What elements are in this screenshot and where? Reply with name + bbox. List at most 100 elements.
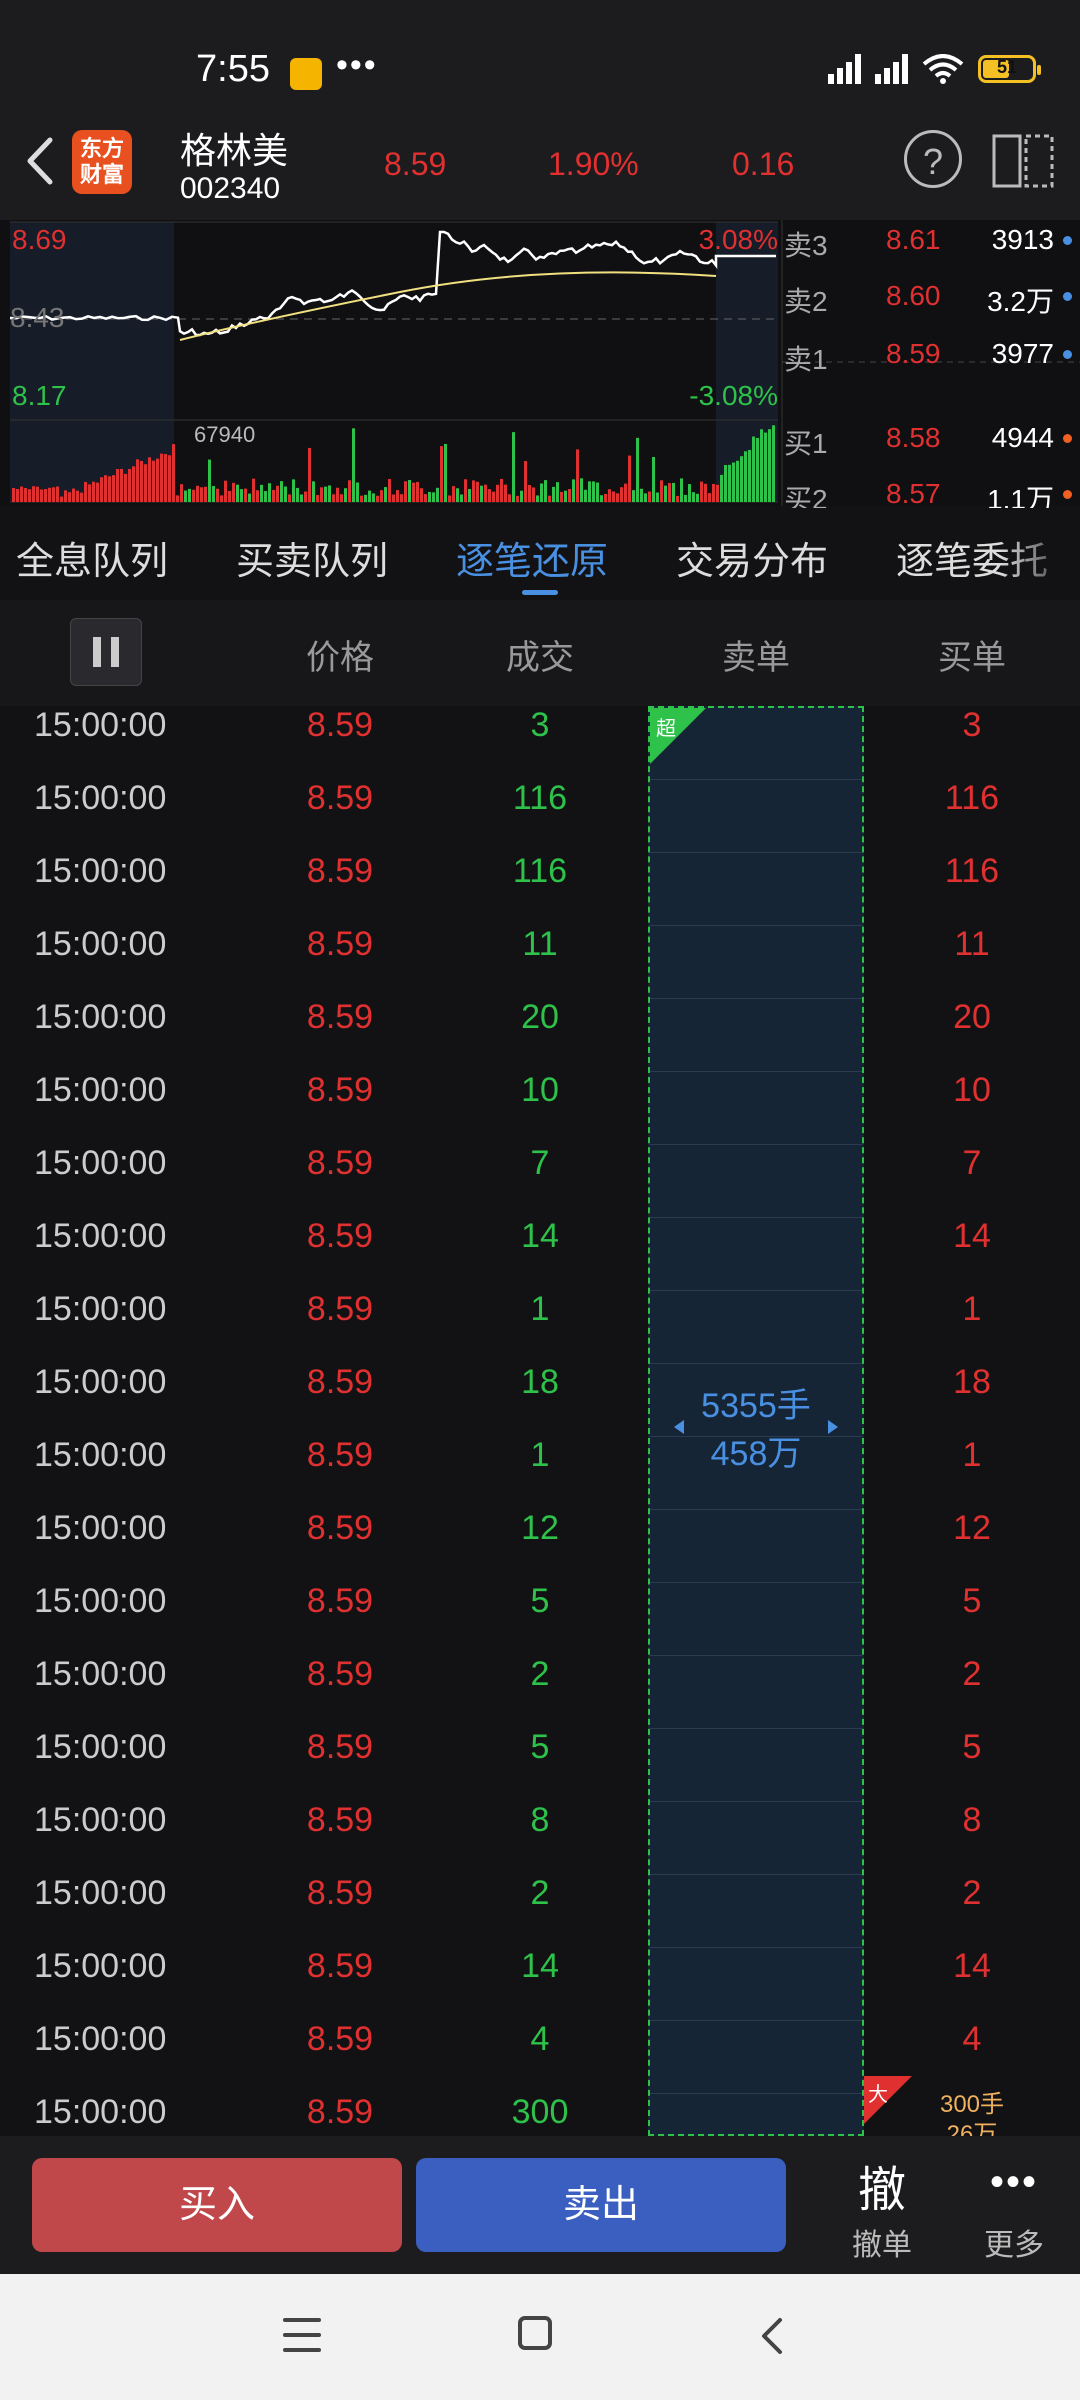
tab-tick-restore[interactable]: 逐笔还原	[456, 530, 608, 585]
volume-bar	[224, 480, 227, 502]
volume-bar	[328, 485, 331, 502]
table-row[interactable]: 15:00:00 8.59 8 8	[0, 1801, 1080, 1874]
table-row[interactable]: 15:00:00 8.59 14 14	[0, 1947, 1080, 2020]
volume-bar	[712, 483, 715, 502]
volume-bar	[352, 428, 355, 502]
volume-bar	[292, 479, 295, 502]
volume-bar	[428, 491, 431, 502]
trade-time: 15:00:00	[34, 1144, 167, 1182]
tab-trade-distribution[interactable]: 交易分布	[676, 530, 828, 585]
table-row[interactable]: 15:00:00 8.59 18 18	[0, 1363, 1080, 1436]
table-row[interactable]: 15:00:00 8.59 3 3	[0, 706, 1080, 779]
volume-bar	[624, 483, 627, 502]
app-logo: 东方 财富	[72, 130, 132, 194]
table-row[interactable]: 15:00:00 8.59 20 20	[0, 998, 1080, 1071]
volume-bar	[76, 490, 79, 502]
volume-bar	[112, 475, 115, 502]
chart-low-percent: -3.08%	[689, 380, 778, 411]
volume-bar	[584, 489, 587, 502]
big-order-amount: 26万	[946, 2121, 998, 2136]
volume-bar	[320, 487, 323, 502]
volume-bar	[28, 489, 31, 502]
big-order-tag-label: 大	[868, 2084, 888, 2106]
table-row[interactable]: 15:00:00 8.59 14 14	[0, 1217, 1080, 1290]
table-row[interactable]: 15:00:00 8.59 116 116	[0, 779, 1080, 852]
table-row[interactable]: 15:00:00 8.59 7 7	[0, 1144, 1080, 1217]
trade-volume: 2	[530, 1874, 550, 1912]
order-book-row[interactable]: 买1 8.58 4944	[784, 422, 1074, 462]
table-row[interactable]: 15:00:00 8.59 116 116	[0, 852, 1080, 925]
battery-icon: 51	[978, 55, 1041, 83]
table-row[interactable]: 15:00:00 8.59 1 1	[0, 1290, 1080, 1363]
help-icon[interactable]: ?	[904, 130, 962, 188]
cancel-order-icon[interactable]: 撤	[852, 2150, 912, 2220]
tab-bid-ask-queue[interactable]: 买卖队列	[236, 530, 388, 585]
stock-name[interactable]: 格林美	[180, 122, 288, 174]
trade-volume: 1	[530, 1436, 550, 1474]
more-icon[interactable]: •••	[984, 2160, 1044, 2205]
volume-bar	[480, 485, 483, 502]
volume-bar	[120, 468, 123, 502]
volume-bar	[92, 481, 95, 502]
table-row[interactable]: 15:00:00 8.59 2 2	[0, 1874, 1080, 1947]
order-book-row[interactable]: 卖1 8.59 3977	[784, 338, 1074, 378]
order-book-row[interactable]: 卖2 8.60 3.2万	[784, 280, 1074, 320]
volume-bar	[732, 462, 735, 502]
trade-time: 15:00:00	[34, 925, 167, 963]
volume-bar	[636, 437, 639, 502]
buy-button[interactable]: 买入	[32, 2158, 402, 2252]
trade-price: 8.59	[306, 1582, 374, 1620]
volume-bar	[648, 491, 651, 502]
trade-time: 15:00:00	[34, 779, 167, 817]
back-icon[interactable]	[18, 130, 64, 192]
more-button[interactable]: 更多	[974, 2220, 1054, 2264]
volume-bar	[168, 455, 171, 502]
volume-bar	[56, 486, 59, 502]
order-level-quantity: 3.2万	[987, 286, 1054, 317]
status-bar: 7:55 ••• 51	[0, 0, 1080, 110]
volume-bar	[184, 490, 187, 502]
volume-bar	[96, 482, 99, 502]
volume-bar	[404, 481, 407, 502]
nav-back-icon[interactable]	[752, 2314, 792, 2358]
volume-bar	[192, 489, 195, 502]
trade-volume: 20	[521, 998, 559, 1036]
order-book-row[interactable]: 卖3 8.61 3913	[784, 224, 1074, 264]
trade-buy-order: 2	[962, 1874, 982, 1912]
table-row[interactable]: 15:00:00 8.59 12 12	[0, 1509, 1080, 1582]
volume-bar	[148, 457, 151, 502]
volume-bar	[316, 495, 319, 502]
table-row[interactable]: 15:00:00 8.59 5 5	[0, 1728, 1080, 1801]
volume-bar	[240, 489, 243, 502]
volume-bar	[376, 495, 379, 502]
volume-bar	[640, 488, 643, 502]
volume-bar	[708, 493, 711, 502]
home-icon[interactable]	[518, 2316, 552, 2350]
trade-price: 8.59	[306, 925, 374, 963]
volume-bar	[208, 459, 211, 502]
volume-bar	[764, 432, 767, 502]
recent-apps-icon[interactable]	[283, 2318, 321, 2352]
pause-button[interactable]	[70, 618, 142, 686]
volume-bar	[460, 494, 463, 502]
trade-volume: 7	[530, 1144, 550, 1182]
trade-buy-order: 12	[953, 1509, 991, 1547]
table-row[interactable]: 15:00:00 8.59 5 5	[0, 1582, 1080, 1655]
tab-full-queue[interactable]: 全息队列	[16, 530, 168, 585]
tick-table[interactable]: 超 5355手 458万 15:00:00 8.59 3 3 15:00:00 8.59 1…	[0, 706, 1080, 2136]
table-row[interactable]: 15:00:00 8.59 4 4	[0, 2020, 1080, 2093]
table-row[interactable]: 15:00:00 8.59 11 11	[0, 925, 1080, 998]
table-row[interactable]: 15:00:00 8.59 10 10	[0, 1071, 1080, 1144]
table-row[interactable]: 15:00:00 8.59 2 2	[0, 1655, 1080, 1728]
more-notifications-icon: •••	[336, 46, 378, 84]
sell-button[interactable]: 卖出	[416, 2158, 786, 2252]
layout-switch-icon[interactable]	[992, 132, 1054, 190]
table-row[interactable]: 15:00:00 8.59 1 1	[0, 1436, 1080, 1509]
intraday-chart-panel[interactable]: 8.69 8.43 8.17 3.08% -3.08% 67940 卖3 8.61…	[0, 220, 1080, 571]
cancel-order-button[interactable]: 撤单	[842, 2220, 922, 2264]
volume-bar	[620, 487, 623, 502]
volume-bar	[728, 464, 731, 502]
order-level-label: 卖1	[784, 344, 828, 375]
trade-volume: 5	[530, 1582, 550, 1620]
volume-bar	[528, 485, 531, 502]
